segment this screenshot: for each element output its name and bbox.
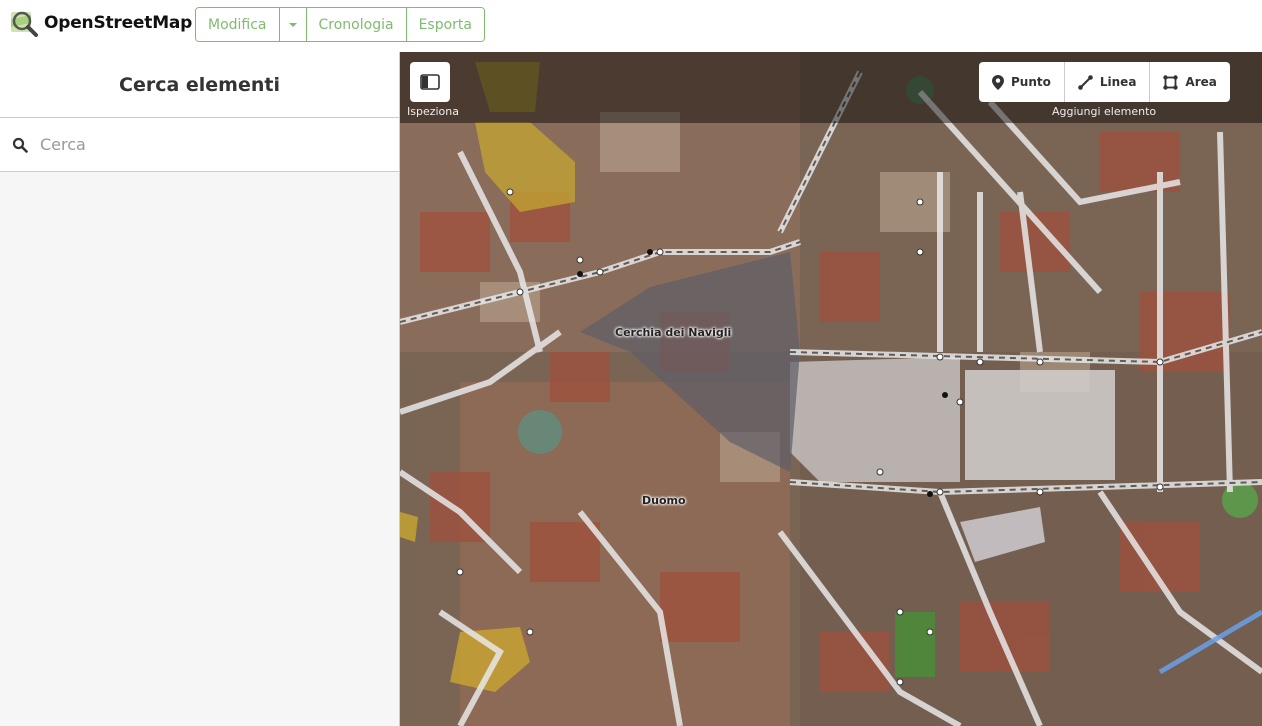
add-line-button[interactable]: Linea bbox=[1065, 62, 1151, 102]
osm-logo[interactable]: OpenStreetMap bbox=[10, 9, 192, 37]
sidebar-toggle-icon bbox=[420, 74, 440, 90]
osm-magnifier-icon bbox=[11, 11, 38, 37]
edit-button[interactable]: Modifica bbox=[196, 8, 280, 41]
app-name: OpenStreetMap bbox=[44, 13, 193, 33]
add-feature-label: Aggiungi elemento bbox=[1052, 105, 1157, 118]
sidebar-title: Cerca elementi bbox=[119, 73, 280, 96]
map-label-navigli: Cerchia dei Navigli bbox=[615, 326, 732, 339]
sidebar-header: Cerca elementi bbox=[0, 52, 399, 118]
edit-button-group: Modifica Cronologia Esporta bbox=[195, 7, 485, 42]
add-line-label: Linea bbox=[1099, 75, 1137, 89]
area-icon bbox=[1163, 74, 1179, 90]
add-feature-toolbar: Punto Linea Area bbox=[979, 62, 1230, 102]
caret-down-icon bbox=[288, 22, 297, 27]
add-area-label: Area bbox=[1185, 75, 1217, 89]
edit-dropdown-button[interactable] bbox=[279, 8, 307, 41]
top-navbar: OpenStreetMap Modifica Cronologia Esport… bbox=[0, 0, 1262, 52]
add-point-button[interactable]: Punto bbox=[979, 62, 1065, 102]
add-area-button[interactable]: Area bbox=[1150, 62, 1229, 102]
export-button[interactable]: Esporta bbox=[406, 8, 484, 41]
add-point-label: Punto bbox=[1011, 75, 1051, 89]
sidebar: Cerca elementi bbox=[0, 52, 400, 726]
line-icon bbox=[1078, 74, 1093, 90]
search-row bbox=[0, 118, 399, 172]
history-button[interactable]: Cronologia bbox=[306, 8, 407, 41]
aerial-imagery bbox=[400, 52, 1262, 726]
map-view[interactable]: Cerchia dei Navigli Duomo Ispeziona Punt… bbox=[400, 52, 1262, 726]
inspect-button[interactable] bbox=[410, 62, 450, 102]
search-input[interactable] bbox=[40, 135, 380, 154]
search-icon bbox=[12, 137, 28, 153]
map-label-duomo: Duomo bbox=[642, 494, 686, 507]
map-pin-icon bbox=[992, 74, 1004, 90]
inspect-label: Ispeziona bbox=[407, 105, 459, 118]
